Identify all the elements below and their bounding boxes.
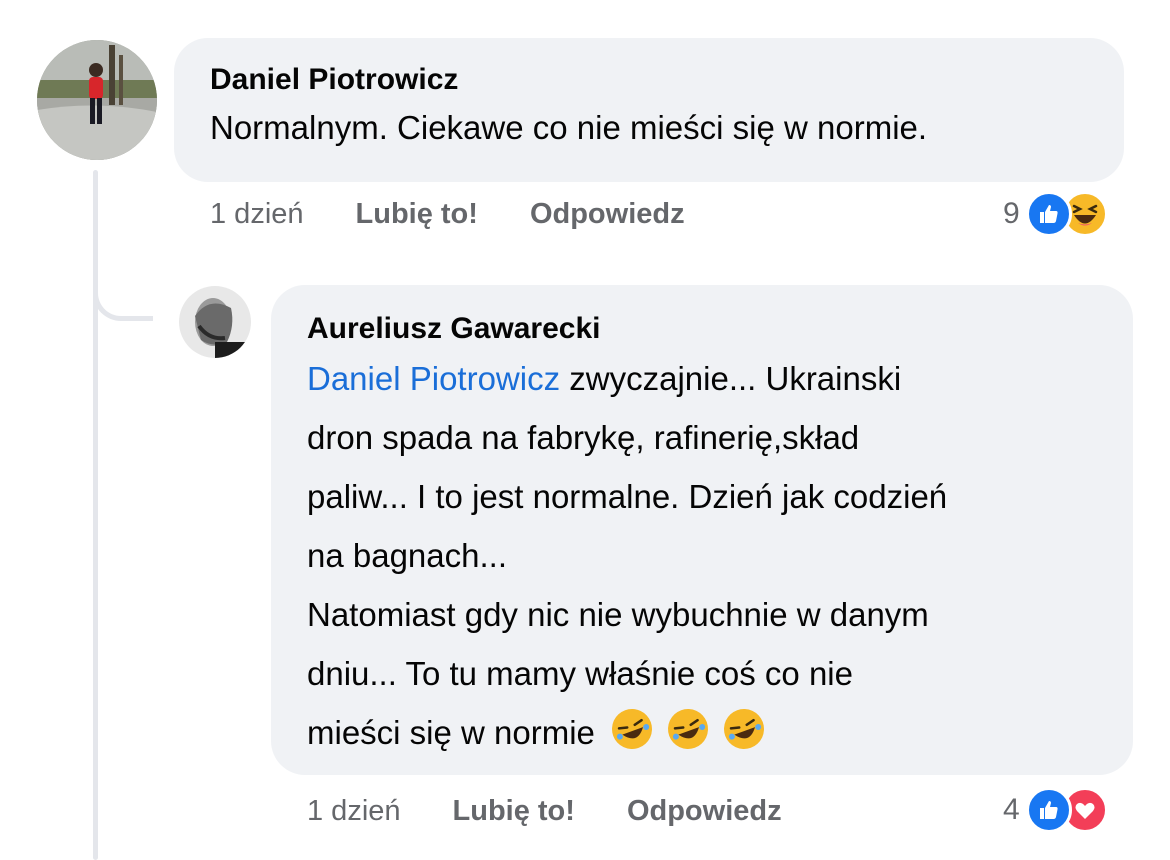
comment-text: Normalnym. Ciekawe co nie mieści się w n… [210, 109, 928, 146]
like-button[interactable]: Lubię to! [356, 198, 478, 231]
reply-text-line: dron spada na fabrykę, rafinerię,skład [307, 419, 860, 456]
reaction-summary[interactable]: 4 [1003, 787, 1108, 833]
comment-actions: 1 dzień Lubię to! Odpowiedz [210, 198, 685, 231]
rofl-emoji [662, 703, 714, 755]
reaction-summary[interactable]: 9 [1003, 191, 1108, 237]
like-button[interactable]: Lubię to! [453, 795, 575, 828]
reply-text-line: paliw... I to jest normalne. Dzień jak c… [307, 478, 948, 515]
reply-button[interactable]: Odpowiedz [627, 795, 782, 828]
reply-text: Daniel Piotrowicz zwyczajnie... Ukrainsk… [307, 349, 1097, 762]
comment-author[interactable]: Daniel Piotrowicz [210, 62, 1088, 98]
thread-reply-connector [93, 255, 153, 321]
like-icon [1025, 191, 1072, 237]
reply-button[interactable]: Odpowiedz [530, 198, 685, 231]
reply-text-line: Natomiast gdy nic nie wybuchnie w danym [307, 596, 929, 633]
mention-link[interactable]: Daniel Piotrowicz [307, 360, 560, 397]
avatar-photo [37, 40, 157, 160]
like-icon [1025, 787, 1072, 833]
reaction-count: 4 [1003, 793, 1020, 826]
reply-author[interactable]: Aureliusz Gawarecki [307, 311, 1097, 347]
reply-bubble: Aureliusz Gawarecki Daniel Piotrowicz zw… [271, 285, 1133, 775]
avatar[interactable] [179, 286, 251, 358]
reply-timestamp[interactable]: 1 dzień [307, 795, 401, 828]
rofl-emoji [718, 703, 770, 755]
reply-text-line: zwyczajnie... Ukrainski [560, 360, 902, 397]
reply-actions: 1 dzień Lubię to! Odpowiedz [307, 795, 782, 828]
reply-text-line: mieści się w normie [307, 714, 595, 751]
avatar[interactable] [37, 40, 157, 160]
rofl-emoji [606, 703, 658, 755]
avatar-photo [179, 286, 251, 358]
reply-text-line: dniu... To tu mamy właśnie coś co nie [307, 655, 853, 692]
comment-timestamp[interactable]: 1 dzień [210, 198, 304, 231]
comment-bubble: Daniel Piotrowicz Normalnym. Ciekawe co … [174, 38, 1124, 182]
reply-text-line: na bagnach... [307, 537, 507, 574]
reaction-count: 9 [1003, 197, 1020, 230]
